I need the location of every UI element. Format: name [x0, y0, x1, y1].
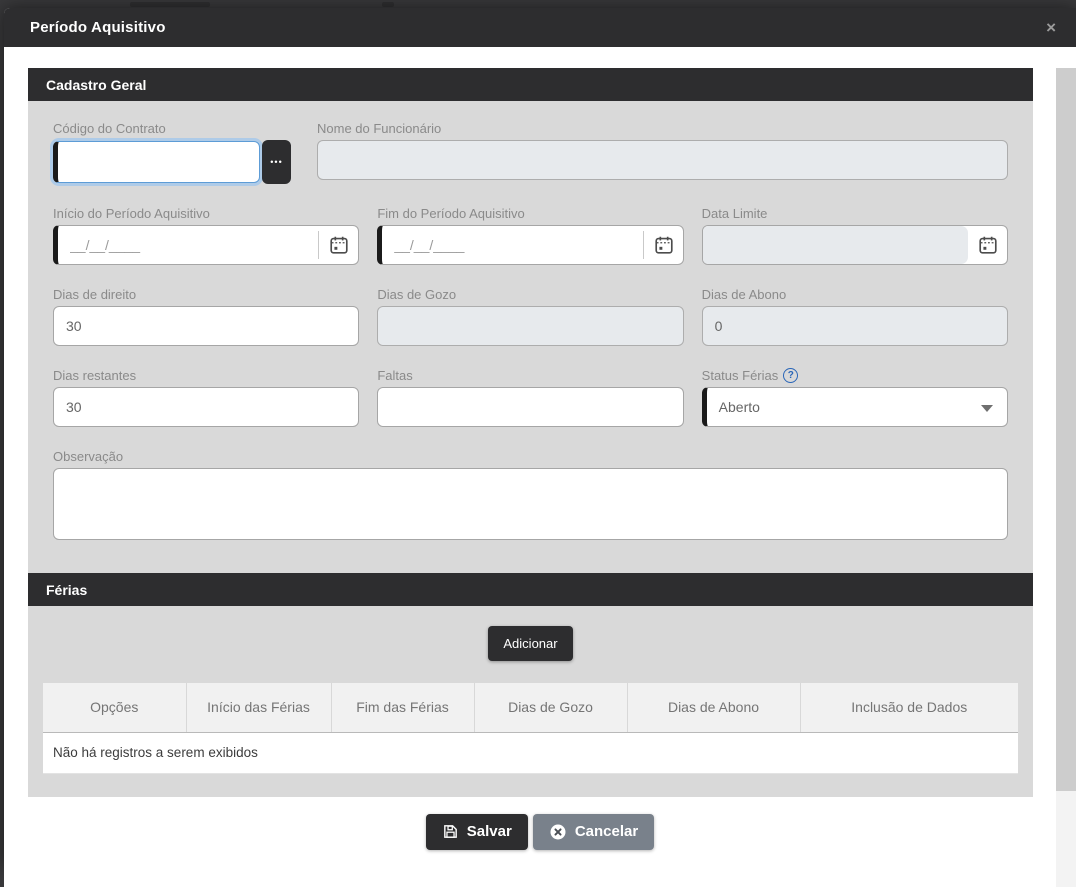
browse-contrato-button[interactable]: •••: [262, 140, 291, 184]
periodo-aquisitivo-modal: Período Aquisitivo × Cadastro Geral Códi…: [4, 8, 1076, 866]
status-ferias-label-text: Status Férias: [702, 368, 779, 383]
faltas-input[interactable]: [377, 387, 683, 427]
modal-body: Cadastro Geral Código do Contrato ••• No…: [4, 68, 1076, 887]
inicio-periodo-input[interactable]: [53, 225, 359, 265]
dias-abono-label: Dias de Abono: [702, 287, 1008, 302]
background-text-ghost: [130, 2, 210, 7]
nome-funcionario-input: [317, 140, 1008, 180]
date-separator: [318, 231, 319, 259]
date-separator: [643, 231, 644, 259]
dias-restantes-input[interactable]: [53, 387, 359, 427]
modal-scrollbar[interactable]: [1056, 68, 1076, 887]
calendar-icon[interactable]: [653, 234, 675, 256]
empty-state-text: Não há registros a serem exibidos: [43, 732, 1018, 773]
inicio-periodo-label: Início do Período Aquisitivo: [53, 206, 359, 221]
background-page-strip: [0, 0, 1076, 8]
calendar-icon: [977, 234, 999, 256]
ferias-table: Opções Início das Férias Fim das Férias …: [43, 683, 1018, 774]
column-header-opcoes: Opções: [43, 683, 186, 732]
codigo-contrato-label: Código do Contrato: [53, 121, 291, 136]
section-header-cadastro-geral: Cadastro Geral: [28, 68, 1033, 101]
cancel-button[interactable]: Cancelar: [533, 814, 654, 850]
modal-title: Período Aquisitivo: [30, 19, 166, 36]
faltas-label: Faltas: [377, 368, 683, 383]
chevron-down-icon: [981, 405, 993, 412]
modal-header: Período Aquisitivo ×: [4, 8, 1076, 47]
column-header-inicio-ferias: Início das Férias: [186, 683, 331, 732]
help-icon[interactable]: ?: [783, 368, 798, 383]
dias-abono-input: [702, 306, 1008, 346]
column-header-fim-ferias: Fim das Férias: [331, 683, 474, 732]
dias-gozo-label: Dias de Gozo: [377, 287, 683, 302]
dias-direito-input[interactable]: [53, 306, 359, 346]
form-panel: Cadastro Geral Código do Contrato ••• No…: [28, 68, 1033, 797]
adicionar-button[interactable]: Adicionar: [488, 626, 572, 661]
observacao-textarea[interactable]: [53, 468, 1008, 540]
column-header-dias-gozo: Dias de Gozo: [474, 683, 627, 732]
table-row: Não há registros a serem exibidos: [43, 732, 1018, 773]
cadastro-geral-content: Código do Contrato ••• Nome do Funcionár…: [28, 121, 1033, 545]
close-icon[interactable]: ×: [1042, 17, 1060, 38]
scrollbar-thumb[interactable]: [1056, 68, 1076, 791]
save-icon: [442, 823, 459, 840]
codigo-contrato-input[interactable]: [53, 141, 260, 183]
status-ferias-label: Status Férias ?: [702, 368, 1008, 383]
status-ferias-select[interactable]: Aberto: [702, 387, 1008, 427]
dias-restantes-label: Dias restantes: [53, 368, 359, 383]
column-header-dias-abono: Dias de Abono: [627, 683, 800, 732]
disabled-fill: [703, 226, 968, 264]
observacao-label: Observação: [53, 449, 1008, 464]
dias-gozo-input: [377, 306, 683, 346]
modal-footer: Salvar Cancelar: [4, 814, 1076, 850]
section-title: Cadastro Geral: [46, 77, 146, 93]
section-title: Férias: [46, 582, 87, 598]
nome-funcionario-label: Nome do Funcionário: [317, 121, 1008, 136]
fim-periodo-input[interactable]: [377, 225, 683, 265]
cancel-icon: [549, 823, 567, 841]
status-ferias-value: Aberto: [719, 399, 760, 415]
background-icon-ghost: [382, 2, 394, 7]
cancel-button-label: Cancelar: [575, 823, 638, 840]
column-header-inclusao-dados: Inclusão de Dados: [800, 683, 1018, 732]
section-header-ferias: Férias: [28, 573, 1033, 606]
save-button-label: Salvar: [467, 823, 512, 840]
dias-direito-label: Dias de direito: [53, 287, 359, 302]
save-button[interactable]: Salvar: [426, 814, 528, 850]
calendar-icon[interactable]: [328, 234, 350, 256]
fim-periodo-label: Fim do Período Aquisitivo: [377, 206, 683, 221]
data-limite-label: Data Limite: [702, 206, 1008, 221]
